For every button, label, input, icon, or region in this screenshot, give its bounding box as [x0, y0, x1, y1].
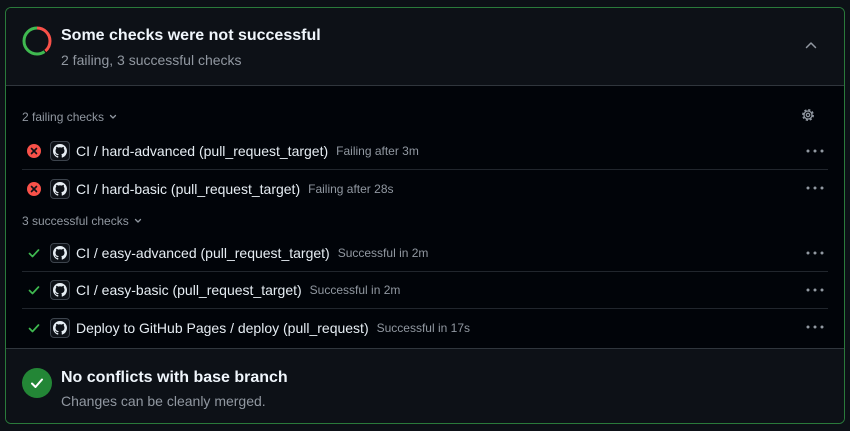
kebab-horizontal-icon [806, 186, 824, 190]
summary-subtitle: 2 failing, 3 successful checks [61, 52, 242, 68]
collapse-button[interactable] [796, 34, 826, 56]
kebab-horizontal-icon [806, 325, 824, 329]
check-name[interactable]: CI / easy-advanced (pull_request_target) [76, 245, 330, 261]
more-options-button[interactable] [802, 241, 828, 265]
check-status: Successful in 2m [337, 246, 429, 260]
kebab-horizontal-icon [806, 149, 824, 153]
chevron-down-icon [134, 218, 141, 223]
check-status: Failing after 28s [308, 181, 394, 196]
check-row[interactable]: CI / easy-basic (pull_request_target) Su… [22, 272, 828, 309]
chevron-up-icon [805, 42, 817, 49]
check-name[interactable]: CI / easy-basic (pull_request_target) [76, 282, 302, 298]
check-name[interactable]: Deploy to GitHub Pages / deploy (pull_re… [76, 320, 369, 336]
failing-checks-label: 2 failing checks [22, 110, 105, 124]
check-row[interactable]: CI / hard-advanced (pull_request_target)… [22, 133, 828, 170]
x-circle-fill-icon [26, 181, 42, 197]
merge-conflict-status: No conflicts with base branch Changes ca… [6, 348, 844, 423]
check-status: Successful in 2m [309, 283, 401, 297]
github-logo-icon [50, 178, 70, 199]
check-row[interactable]: CI / easy-advanced (pull_request_target)… [22, 235, 828, 272]
partial-status-donut-icon [22, 26, 52, 56]
check-icon [26, 245, 42, 261]
check-row[interactable]: CI / hard-basic (pull_request_target) Fa… [22, 170, 828, 207]
more-options-button[interactable] [802, 315, 828, 339]
github-logo-icon [50, 317, 70, 338]
check-row[interactable]: Deploy to GitHub Pages / deploy (pull_re… [22, 309, 828, 346]
failing-checks-toggle[interactable]: 2 failing checks [22, 110, 118, 124]
check-status: Successful in 17s [376, 320, 470, 335]
check-icon [26, 320, 42, 336]
merge-subtitle: Changes can be cleanly merged. [61, 393, 266, 409]
merge-status-panel: Some checks were not successful 2 failin… [5, 7, 845, 424]
kebab-horizontal-icon [806, 288, 824, 292]
summary-title: Some checks were not successful [61, 27, 321, 44]
check-name[interactable]: CI / hard-advanced (pull_request_target) [76, 143, 328, 159]
x-circle-fill-icon [26, 143, 42, 159]
more-options-button[interactable] [802, 176, 828, 200]
check-circle-icon [22, 368, 52, 398]
checks-settings-button[interactable] [796, 103, 820, 127]
gear-icon [802, 109, 814, 121]
successful-checks-toggle[interactable]: 3 successful checks [22, 214, 143, 228]
kebab-horizontal-icon [806, 251, 824, 255]
more-options-button[interactable] [802, 278, 828, 302]
github-logo-icon [50, 280, 70, 300]
check-icon [26, 282, 42, 298]
github-logo-icon [50, 243, 70, 263]
github-logo-icon [50, 141, 70, 161]
chevron-down-icon [109, 114, 117, 119]
check-status: Failing after 3m [336, 144, 419, 158]
checks-list: 2 failing checks CI / hard-advanced (pul… [6, 86, 844, 348]
successful-checks-label: 3 successful checks [22, 214, 129, 228]
more-options-button[interactable] [802, 139, 828, 163]
merge-title: No conflicts with base branch [61, 369, 288, 386]
check-name[interactable]: CI / hard-basic (pull_request_target) [76, 181, 300, 197]
checks-summary-header: Some checks were not successful 2 failin… [6, 8, 844, 86]
